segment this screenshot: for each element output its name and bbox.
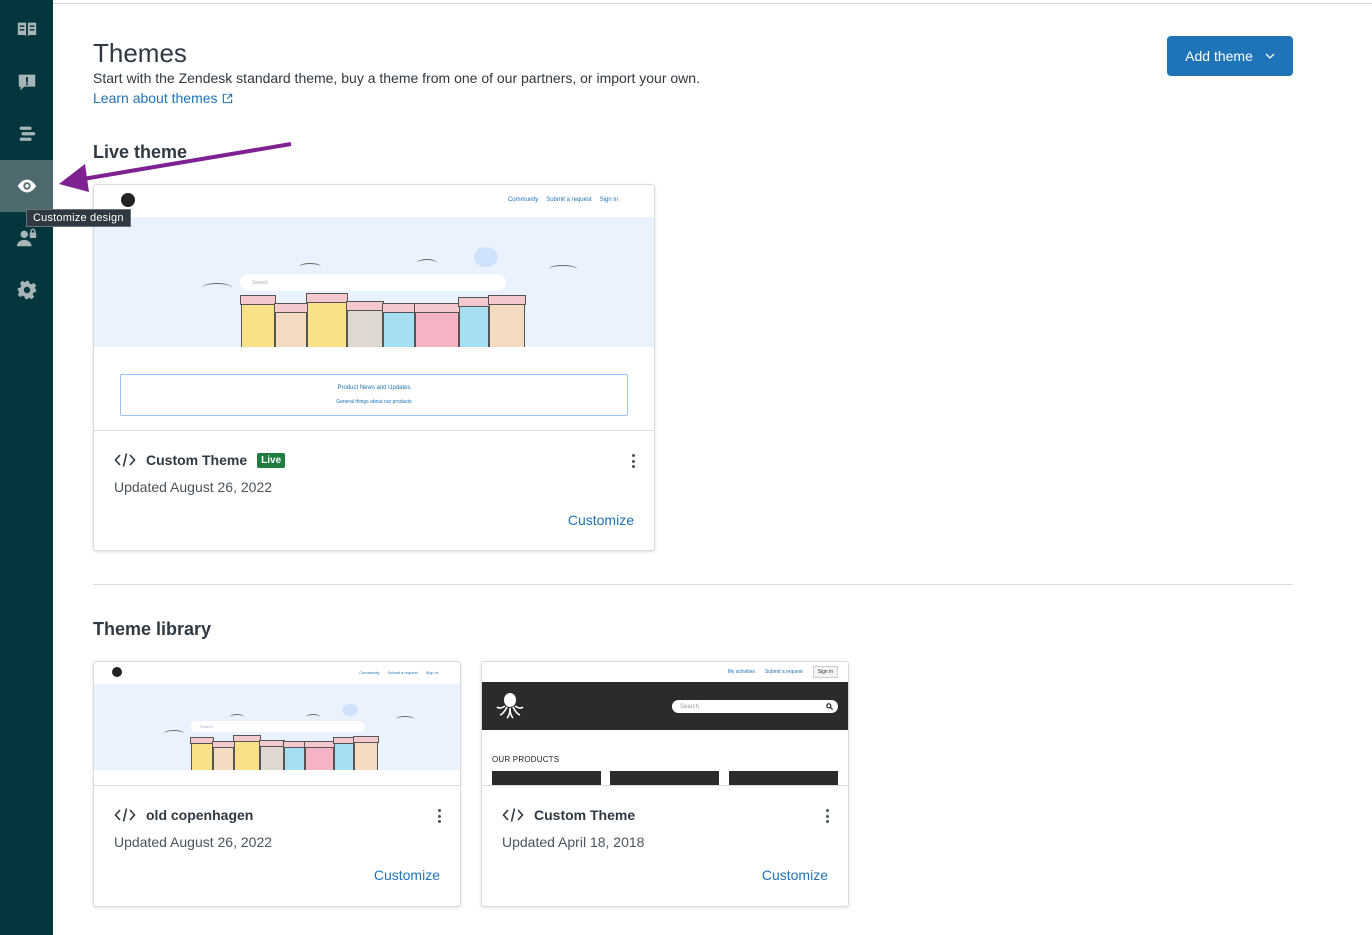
theme-preview[interactable]: Community Submit a request Sign in Searc… <box>94 185 654 431</box>
sidebar-item-customize-design[interactable] <box>0 160 53 212</box>
feedback-icon <box>18 74 35 91</box>
more-options-icon[interactable] <box>628 452 638 470</box>
theme-name: old copenhagen <box>146 807 254 823</box>
preview-section-heading: OUR PRODUCTS <box>492 755 560 764</box>
preview-logo <box>112 667 122 677</box>
preview-link: Submit a request <box>387 670 418 675</box>
preview-header-bar: Search <box>482 682 848 730</box>
organize-icon <box>19 126 35 141</box>
external-link-icon <box>222 93 232 103</box>
more-options-icon[interactable] <box>822 807 832 825</box>
updated-date: Updated August 26, 2022 <box>114 834 273 850</box>
preview-hero: Search <box>94 684 460 770</box>
preview-logo <box>121 193 135 207</box>
preview-link: Community <box>359 670 380 675</box>
preview-link: Community <box>507 197 539 203</box>
sidebar-item-organize[interactable] <box>0 108 53 160</box>
updated-date: Updated April 18, 2018 <box>502 834 645 850</box>
preview-sign-in: Sign in <box>812 666 838 678</box>
theme-name: Custom Theme <box>146 452 248 468</box>
preview-category-box: Product News and Updates General things … <box>120 374 628 416</box>
octopus-logo-icon <box>496 693 524 719</box>
preview-search: Search <box>252 279 268 286</box>
add-theme-label: Add theme <box>1185 48 1253 64</box>
chevron-down-icon <box>1265 53 1275 59</box>
add-theme-button[interactable]: Add theme <box>1167 36 1293 76</box>
search-icon <box>826 703 833 710</box>
code-icon <box>502 808 524 822</box>
gear-icon <box>17 280 36 300</box>
theme-name: Custom Theme <box>534 807 636 823</box>
theme-preview[interactable]: My activities Submit a request Sign in S… <box>482 662 848 786</box>
learn-link-label: Learn about themes <box>93 90 218 106</box>
updated-date: Updated August 26, 2022 <box>114 479 273 495</box>
learn-about-themes-link[interactable]: Learn about themes <box>93 90 233 106</box>
customize-button[interactable]: Customize <box>568 512 634 528</box>
page-description: Start with the Zendesk standard theme, b… <box>93 70 700 86</box>
tooltip-customize-design: Customize design <box>26 209 131 227</box>
eye-icon <box>17 179 36 193</box>
theme-preview[interactable]: Community Submit a request Sign in Searc… <box>94 662 460 786</box>
section-divider <box>93 584 1293 585</box>
sidebar <box>0 0 53 935</box>
code-icon <box>114 453 136 467</box>
code-icon <box>114 808 136 822</box>
customize-button[interactable]: Customize <box>762 867 828 883</box>
preview-category-desc: General things about our products <box>336 399 412 405</box>
customize-button[interactable]: Customize <box>374 867 440 883</box>
more-options-icon[interactable] <box>434 807 444 825</box>
live-badge: Live <box>257 452 286 468</box>
sidebar-item-guide[interactable] <box>0 4 53 56</box>
preview-search: Search <box>200 724 213 729</box>
sidebar-item-settings[interactable] <box>0 264 53 316</box>
theme-card-old-copenhagen: Community Submit a request Sign in Searc… <box>93 661 461 907</box>
theme-library-heading: Theme library <box>93 619 212 639</box>
top-border <box>53 3 1372 4</box>
sidebar-item-feedback[interactable] <box>0 56 53 108</box>
theme-card-custom-theme: My activities Submit a request Sign in S… <box>481 661 849 907</box>
user-lock-icon <box>16 228 36 247</box>
preview-category-title: Product News and Updates <box>337 385 411 391</box>
preview-hero: Search <box>94 217 654 347</box>
live-theme-heading: Live theme <box>93 142 188 162</box>
preview-link: Sign in <box>425 670 438 675</box>
live-theme-card: Community Submit a request Sign in Searc… <box>93 184 655 551</box>
preview-link: Submit a request <box>546 197 592 203</box>
page-title: Themes <box>93 38 187 68</box>
preview-search: Search <box>672 700 838 713</box>
preview-link: My activities <box>727 669 755 675</box>
preview-link: Submit a request <box>764 669 803 675</box>
preview-link: Sign in <box>599 197 618 203</box>
guide-icon <box>17 22 36 37</box>
